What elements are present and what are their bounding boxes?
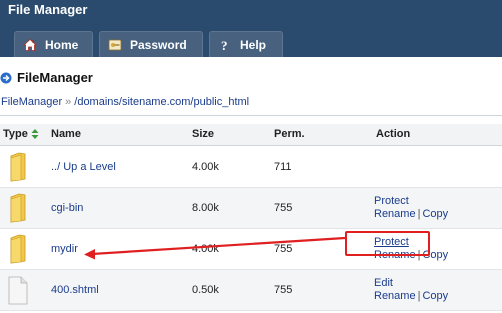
tab-home-label: Home [45, 37, 79, 52]
tab-password[interactable]: Password [99, 31, 203, 57]
password-icon [108, 38, 122, 52]
item-name-link[interactable]: cgi-bin [51, 202, 83, 214]
tab-help-label: Help [240, 37, 267, 52]
table-row: mydir 4.00k 755 Protect Rename | Copy [0, 229, 502, 270]
copy-link[interactable]: Copy [422, 249, 448, 261]
edit-link[interactable]: Edit [374, 277, 393, 289]
page-title: FileManager [17, 70, 93, 85]
arrow-circle-icon [0, 72, 12, 84]
item-size: 4.00k [192, 161, 219, 173]
column-type-label: Type [3, 128, 28, 140]
sort-icon[interactable] [31, 129, 39, 139]
item-actions: Protect Rename | Copy [374, 236, 448, 262]
breadcrumb: FileManager»/domains/sitename.com/public… [1, 96, 249, 108]
breadcrumb-root-link[interactable]: FileManager [1, 96, 62, 108]
action-separator: | [417, 290, 421, 302]
tab-help[interactable]: ? Help [209, 31, 283, 57]
file-icon[interactable] [7, 275, 29, 305]
table-row: 400.shtml 0.50k 755 Edit Rename | Copy [0, 270, 502, 311]
home-icon [23, 38, 37, 52]
nav-tabs: Home Password ? Help [14, 31, 283, 57]
action-separator: | [417, 249, 421, 261]
item-size: 4.00k [192, 243, 219, 255]
tab-home[interactable]: Home [14, 31, 93, 57]
item-size: 0.50k [192, 284, 219, 296]
table-header: Type Name Size Perm. Action [0, 124, 502, 146]
folder-icon[interactable] [7, 152, 29, 182]
item-perm[interactable]: 711 [274, 161, 292, 173]
item-size: 8.00k [192, 202, 219, 214]
breadcrumb-separator: » [65, 96, 72, 108]
item-actions: Protect Rename | Copy [374, 195, 448, 221]
item-perm[interactable]: 755 [274, 202, 292, 214]
folder-icon[interactable] [7, 193, 29, 223]
rename-link[interactable]: Rename [374, 208, 416, 220]
item-perm[interactable]: 755 [274, 284, 292, 296]
svg-text:?: ? [221, 38, 228, 52]
table-row: ../ Up a Level 4.00k 711 [0, 147, 502, 188]
item-name-link[interactable]: ../ Up a Level [51, 161, 116, 173]
app-header: File Manager Home Password ? Help [0, 0, 502, 57]
folder-icon[interactable] [7, 234, 29, 264]
column-name-header[interactable]: Name [51, 128, 81, 140]
protect-link[interactable]: Protect [374, 195, 409, 207]
action-separator: | [417, 208, 421, 220]
column-type-header[interactable]: Type [3, 128, 39, 140]
breadcrumb-path-link[interactable]: /domains/sitename.com/public_html [74, 96, 249, 108]
page-heading: FileManager [0, 70, 93, 85]
protect-link[interactable]: Protect [374, 236, 409, 248]
item-actions: Edit Rename | Copy [374, 277, 448, 303]
divider [0, 115, 502, 116]
tab-password-label: Password [130, 37, 187, 52]
rename-link[interactable]: Rename [374, 249, 416, 261]
app-title: File Manager [8, 2, 88, 17]
item-name-link[interactable]: mydir [51, 243, 78, 255]
table-row: cgi-bin 8.00k 755 Protect Rename | Copy [0, 188, 502, 229]
copy-link[interactable]: Copy [422, 290, 448, 302]
column-size-header[interactable]: Size [192, 128, 214, 140]
rename-link[interactable]: Rename [374, 290, 416, 302]
item-name-link[interactable]: 400.shtml [51, 284, 99, 296]
copy-link[interactable]: Copy [422, 208, 448, 220]
column-action-header: Action [376, 128, 411, 140]
help-icon: ? [218, 38, 232, 52]
column-perm-header[interactable]: Perm. [274, 128, 305, 140]
item-perm[interactable]: 755 [274, 243, 292, 255]
